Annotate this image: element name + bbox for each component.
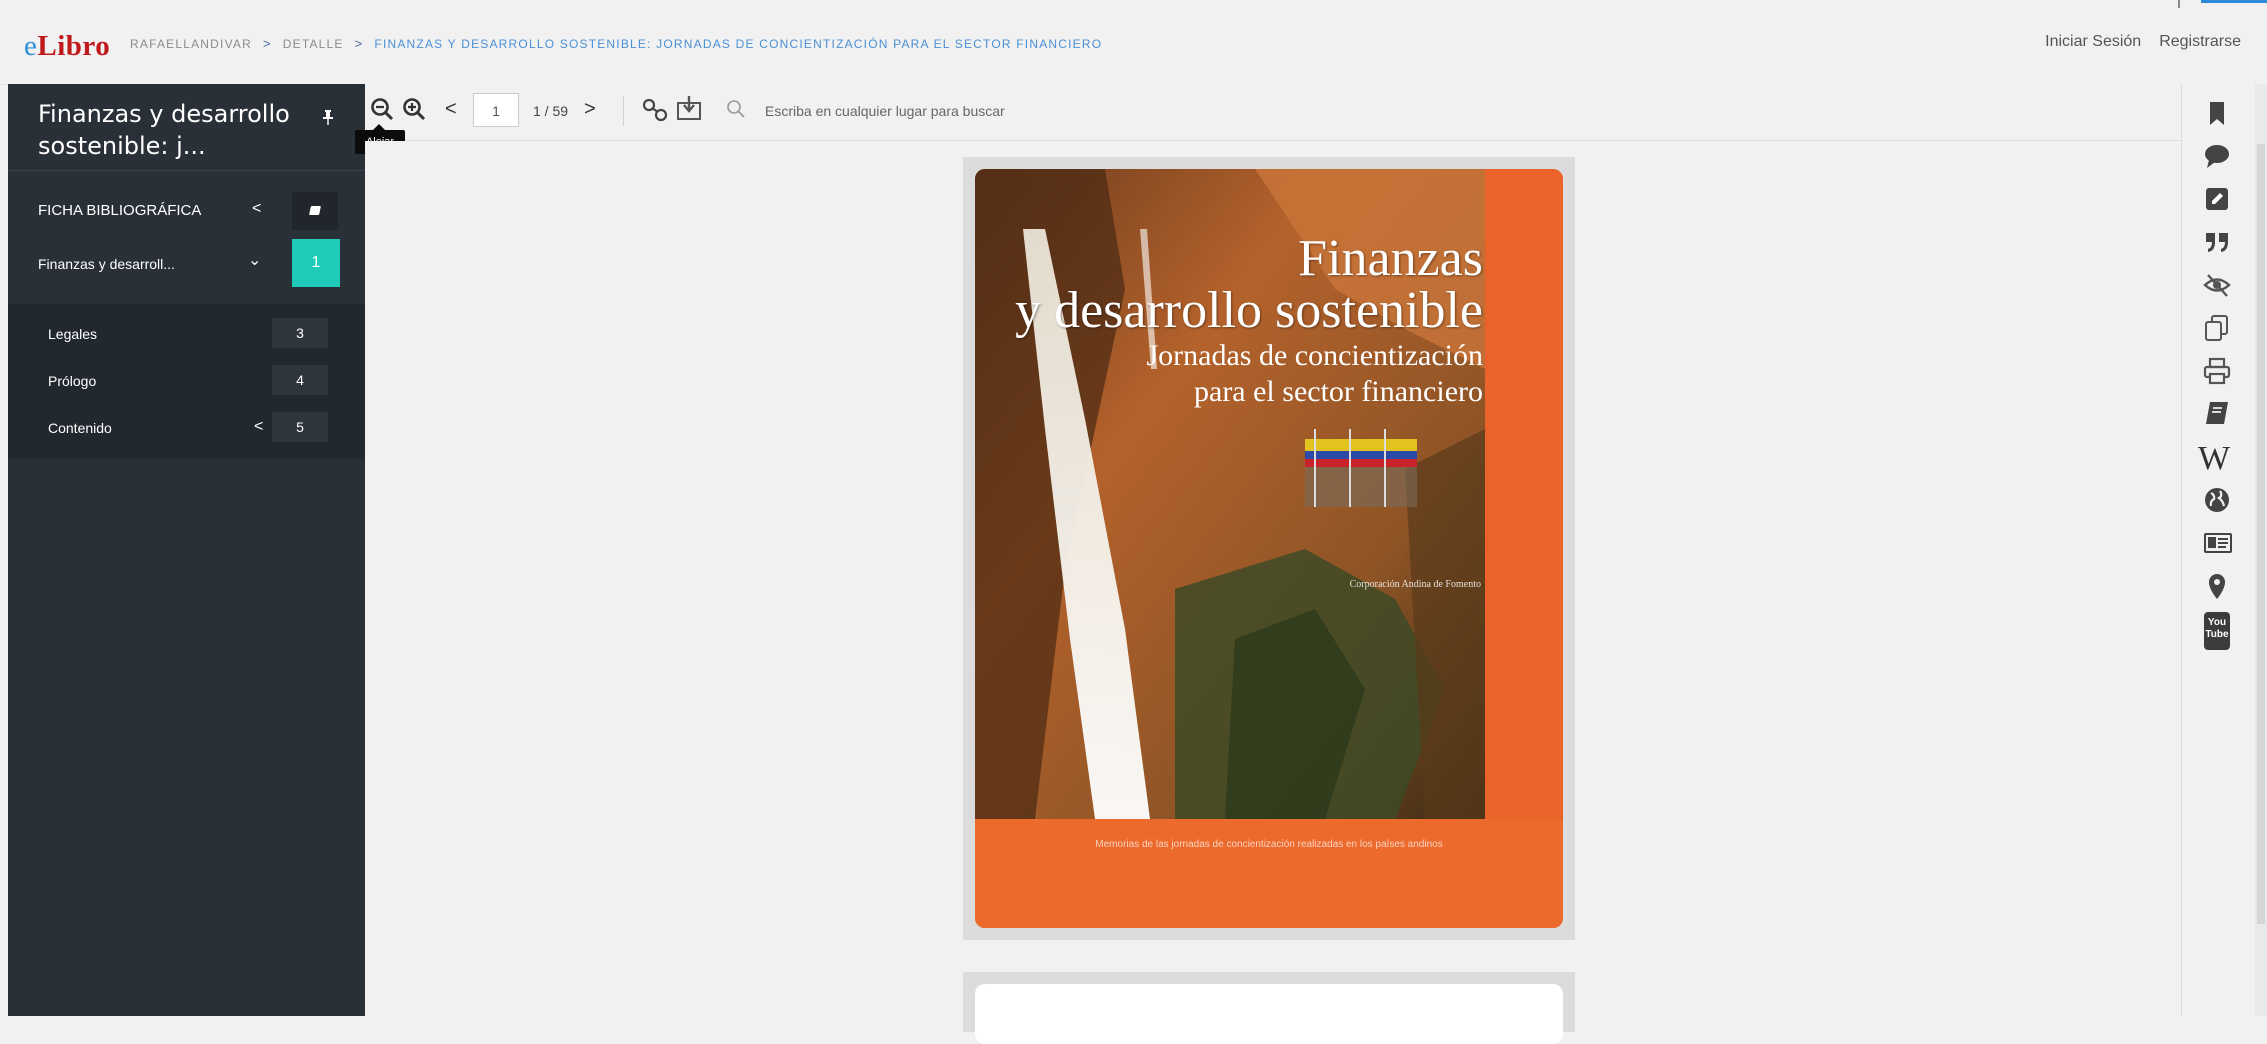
book-icon[interactable] [2202,399,2232,429]
pin-icon[interactable] [322,110,334,131]
book-icon[interactable] [292,192,338,230]
breadcrumb: RAFAELLANDIVAR > DETALLE > FINANZAS Y DESARR… [130,36,1102,51]
next-page-button[interactable]: > [584,98,596,121]
page-badge[interactable]: 3 [272,318,328,348]
search-icon[interactable] [725,98,747,125]
next-page-sheet [975,984,1563,1044]
bookmark-icon[interactable] [2202,98,2232,128]
chevron-left-icon[interactable]: < [254,418,263,436]
sidebar-item-label: Prólogo [48,373,97,389]
breadcrumb-separator: > [354,36,364,51]
cover-subtitle-line2: para el sector financiero [1194,375,1483,408]
sidebar: Finanzas y desarrollo sostenible: j... F… [8,84,365,1016]
next-book-page [963,972,1575,1044]
breadcrumb-item-book[interactable]: FINANZAS Y DESARROLLO SOSTENIBLE: JORNAD… [374,37,1102,51]
page-count: 1 / 59 [533,103,569,119]
viewer-toolbar: < 1 1 / 59 > Escriba en cualquier lugar … [365,84,2267,141]
elibro-logo[interactable]: eLibro [24,30,110,63]
print-icon[interactable] [2202,356,2232,386]
sidebar-item-label: Finanzas y desarroll... [38,256,175,272]
page-badge[interactable]: 4 [272,365,328,395]
sidebar-item-prologo[interactable]: Prólogo 4 [8,361,365,401]
comment-icon[interactable] [2202,141,2232,171]
breadcrumb-item-detail[interactable]: DETALLE [283,37,344,51]
register-link[interactable]: Registrarse [2159,33,2241,50]
edit-icon[interactable] [2202,184,2232,214]
sidebar-item-label: Contenido [48,420,112,436]
sidebar-item-ficha-bibliografica[interactable]: FICHA BIBLIOGRÁFICA < [8,182,365,240]
document-viewer[interactable]: Finanzas y desarrollo sostenible Jornada… [365,141,2181,1044]
hide-icon[interactable] [2202,270,2232,300]
link-icon[interactable] [642,98,668,127]
login-link[interactable]: Iniciar Sesión [2045,33,2141,50]
breadcrumb-item-library[interactable]: RAFAELLANDIVAR [130,37,252,51]
id-card-icon[interactable] [2202,528,2232,558]
zoom-in-icon[interactable] [401,96,427,127]
youtube-icon-text-tube: Tube [2205,629,2229,640]
cover-title-line1: Finanzas [1298,230,1483,287]
cover-footer-text: Memorias de las jornadas de concientizac… [1095,839,1443,850]
sidebar-item-label: Legales [48,326,98,342]
sidebar-item-label: FICHA BIBLIOGRÁFICA [38,202,202,219]
cover-title-line2: y desarrollo sostenible [1015,282,1483,339]
quote-icon[interactable] [2202,227,2232,257]
toolbar-divider [623,96,624,126]
search-input[interactable]: Escriba en cualquier lugar para buscar [765,103,1005,119]
sidebar-book-title: Finanzas y desarrollo sostenible: j... [38,100,290,160]
copy-icon[interactable] [2202,313,2232,343]
scrollbar-thumb[interactable] [2257,144,2265,924]
sidebar-item-contenido[interactable]: Contenido < 5 [8,408,365,448]
cover-publisher: Corporación Andina de Fomento [1349,579,1481,590]
youtube-icon[interactable]: You Tube [2204,612,2230,650]
top-header: eLibro RAFAELLANDIVAR > DETALLE > FINANZAS Y… [0,0,2267,85]
page-number-input[interactable]: 1 [473,93,519,127]
chevron-left-icon[interactable]: < [252,200,261,218]
page-badge[interactable]: 5 [272,412,328,442]
top-divider [2178,0,2180,8]
book-page: Finanzas y desarrollo sostenible Jornada… [963,157,1575,940]
sidebar-item-legales[interactable]: Legales 3 [8,314,365,354]
wikipedia-icon[interactable]: W [2198,440,2230,477]
youtube-icon-text-you: You [2207,617,2227,628]
zoom-out-icon[interactable] [369,96,395,127]
map-pin-icon[interactable] [2202,571,2232,601]
scrollbar[interactable] [2255,84,2267,1016]
page-badge-active[interactable]: 1 [292,239,340,287]
chevron-down-icon[interactable]: ⌄ [248,250,261,270]
breadcrumb-separator: > [262,36,272,51]
auth-links: Iniciar Sesión Registrarse [2027,33,2241,51]
book-cover-image: Finanzas y desarrollo sostenible Jornada… [975,169,1563,928]
sidebar-subitems: Legales 3 Prólogo 4 Contenido < 5 [8,304,365,459]
globe-icon[interactable] [2202,485,2232,515]
top-accent-bar [2201,0,2267,3]
prev-page-button[interactable]: < [445,98,457,121]
sidebar-divider [8,170,365,171]
download-icon[interactable] [675,94,703,127]
cover-subtitle-line1: Jornadas de concientización [1146,339,1483,372]
